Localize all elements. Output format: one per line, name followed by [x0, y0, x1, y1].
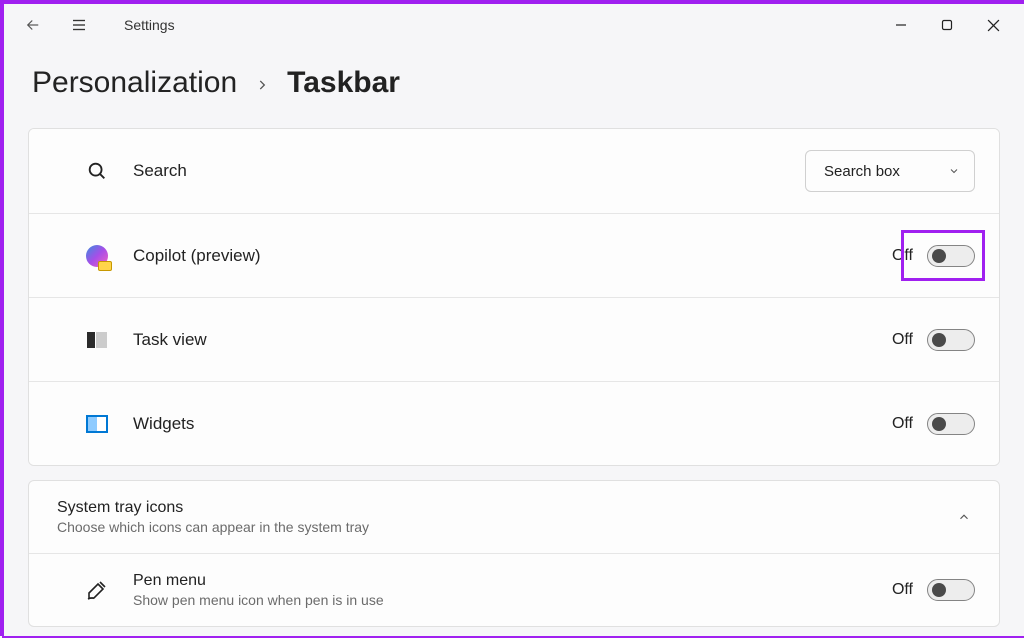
row-pen-subtitle: Show pen menu icon when pen is in use: [133, 592, 892, 608]
row-widgets-state: Off: [892, 415, 913, 433]
close-button[interactable]: [970, 6, 1016, 44]
taskbar-items-panel: Search Search box Copilot (preview) Off …: [28, 128, 1000, 466]
row-search: Search Search box: [29, 129, 999, 213]
row-taskview-label: Task view: [133, 330, 892, 350]
titlebar: Settings: [4, 4, 1024, 46]
copilot-icon: [83, 242, 111, 270]
back-button[interactable]: [22, 14, 44, 36]
row-widgets: Widgets Off: [29, 381, 999, 465]
app-title: Settings: [124, 17, 175, 33]
row-copilot-label: Copilot (preview): [133, 246, 892, 266]
highlight-box: [901, 230, 985, 281]
search-icon: [83, 157, 111, 185]
row-widgets-label: Widgets: [133, 414, 892, 434]
search-mode-dropdown[interactable]: Search box: [805, 150, 975, 192]
row-pen-menu: Pen menu Show pen menu icon when pen is …: [29, 554, 999, 626]
system-tray-title: System tray icons: [57, 499, 957, 517]
breadcrumb-parent[interactable]: Personalization: [32, 66, 237, 100]
pen-icon: [83, 576, 111, 604]
chevron-up-icon: [957, 510, 971, 524]
taskview-icon: [83, 326, 111, 354]
maximize-button[interactable]: [924, 6, 970, 44]
row-taskview: Task view Off: [29, 297, 999, 381]
row-search-label: Search: [133, 161, 805, 181]
row-pen-label: Pen menu: [133, 572, 892, 590]
system-tray-subtitle: Choose which icons can appear in the sys…: [57, 519, 957, 535]
taskview-toggle[interactable]: [927, 329, 975, 351]
pen-toggle[interactable]: [927, 579, 975, 601]
breadcrumb-current: Taskbar: [287, 66, 400, 100]
row-copilot: Copilot (preview) Off: [29, 213, 999, 297]
system-tray-header[interactable]: System tray icons Choose which icons can…: [29, 481, 999, 554]
menu-button[interactable]: [68, 14, 90, 36]
breadcrumb: Personalization Taskbar: [4, 46, 1024, 128]
widgets-icon: [83, 410, 111, 438]
minimize-button[interactable]: [878, 6, 924, 44]
row-pen-state: Off: [892, 581, 913, 599]
search-mode-value: Search box: [824, 163, 900, 180]
chevron-right-icon: [255, 78, 269, 92]
row-taskview-state: Off: [892, 331, 913, 349]
system-tray-section: System tray icons Choose which icons can…: [28, 480, 1000, 627]
widgets-toggle[interactable]: [927, 413, 975, 435]
chevron-down-icon: [948, 165, 960, 177]
